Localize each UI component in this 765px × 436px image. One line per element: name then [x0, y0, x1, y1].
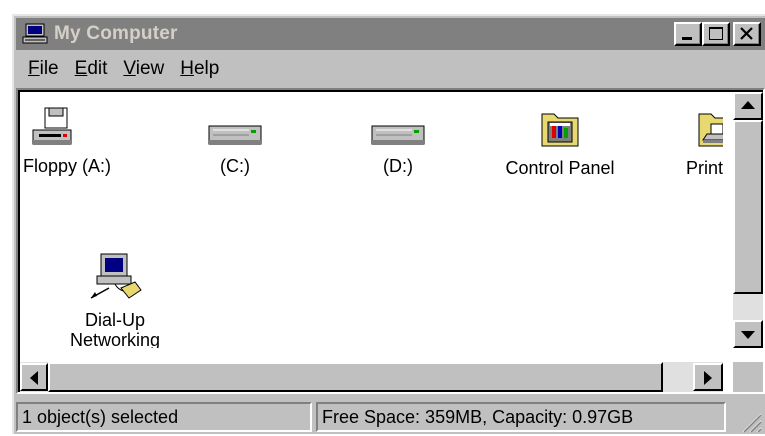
menu-edit[interactable]: Edit [75, 58, 108, 80]
arrow-down-icon [741, 331, 755, 339]
icon-list: 3½ Floppy (A:) (C:) [20, 92, 723, 348]
item-label: (C:) [220, 156, 250, 176]
menu-bar: File Edit View Help [16, 52, 765, 86]
hard-drive-icon [371, 125, 425, 145]
scroll-corner [733, 362, 763, 392]
item-drive-d[interactable]: (D:) [333, 106, 463, 176]
item-label: (D:) [383, 156, 413, 176]
item-drive-c[interactable]: (C:) [170, 106, 300, 176]
minimize-button[interactable] [674, 22, 702, 46]
arrow-up-icon [741, 101, 755, 109]
status-selection: 1 object(s) selected [16, 402, 312, 432]
status-free-space: Free Space: 359MB, Capacity: 0.97GB [316, 402, 726, 432]
item-label: 3½ Floppy (A:) [20, 156, 112, 176]
arrow-left-icon [30, 371, 38, 385]
scroll-left-button[interactable] [20, 363, 48, 391]
item-printers[interactable]: Printers [652, 106, 723, 178]
vertical-scrollbar[interactable] [733, 92, 763, 348]
title-bar[interactable]: My Computer [16, 18, 765, 50]
my-computer-window: My Computer File Edit View Help Floppy (… [12, 14, 765, 434]
item-control-panel[interactable]: Control Panel [495, 106, 625, 178]
control-panel-folder-icon [541, 113, 579, 147]
item-label: Printers [685, 158, 723, 178]
printers-folder-icon [698, 113, 723, 147]
vertical-scroll-thumb[interactable] [733, 120, 763, 294]
my-computer-icon [22, 23, 48, 44]
floppy-drive-icon [32, 107, 72, 145]
scroll-down-button[interactable] [733, 320, 763, 348]
arrow-right-icon [704, 371, 712, 385]
maximize-button[interactable] [702, 22, 730, 46]
minimize-icon [682, 37, 692, 40]
menu-file[interactable]: File [28, 58, 59, 80]
scroll-up-button[interactable] [733, 92, 763, 120]
close-icon [740, 27, 753, 40]
item-dial-up-networking[interactable]: Dial-Up Networking [50, 252, 180, 348]
window-title: My Computer [54, 23, 178, 44]
horizontal-scroll-thumb[interactable] [48, 362, 663, 392]
file-view: 3½ Floppy (A:) (C:) [18, 90, 763, 392]
menu-view[interactable]: View [123, 58, 164, 80]
resize-grip-icon[interactable] [737, 408, 763, 434]
item-label: Dial-Up [84, 310, 145, 330]
menu-help[interactable]: Help [180, 58, 219, 80]
item-label-line2: Networking [69, 330, 161, 348]
hard-drive-icon [208, 125, 262, 145]
item-label: Control Panel [505, 158, 615, 178]
close-button[interactable] [733, 22, 761, 46]
maximize-icon [709, 27, 723, 40]
horizontal-scrollbar[interactable] [20, 362, 723, 392]
dial-up-networking-icon [90, 253, 142, 299]
item-floppy-drive[interactable]: 3½ Floppy (A:) [20, 106, 117, 176]
status-bar: 1 object(s) selected Free Space: 359MB, … [16, 400, 765, 436]
content-frame: 3½ Floppy (A:) (C:) [16, 88, 765, 394]
scroll-right-button[interactable] [693, 363, 723, 391]
